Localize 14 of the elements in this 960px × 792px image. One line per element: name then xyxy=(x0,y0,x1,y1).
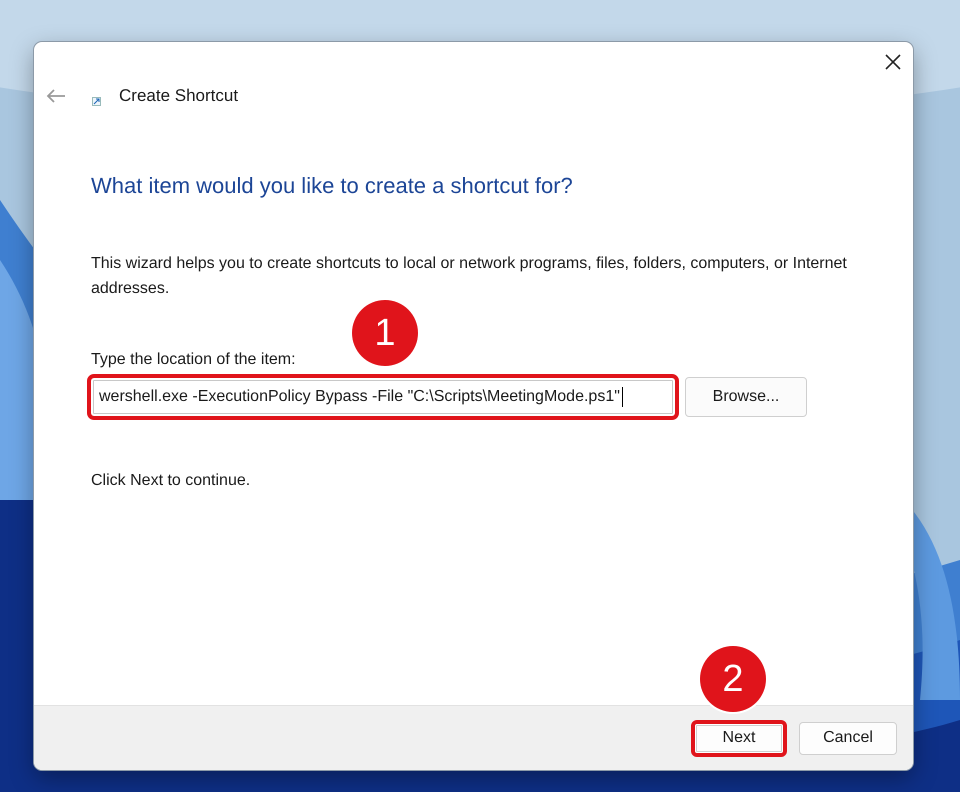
step-number-badge: 1 xyxy=(352,300,418,366)
shortcut-icon xyxy=(92,96,101,106)
back-arrow-icon[interactable] xyxy=(46,88,66,104)
hint-text: Click Next to continue. xyxy=(91,472,252,490)
next-button[interactable]: Next xyxy=(691,720,787,756)
step-number-badge: 2 xyxy=(700,646,766,712)
close-icon[interactable] xyxy=(883,52,903,72)
wizard-heading: What item would you like to create a shortcut for? xyxy=(91,173,574,199)
description-text: This wizard helps you to create shortcuts to local or network programs, files, folders, computers, or Internet addresses. xyxy=(91,254,848,299)
browse-button[interactable]: Browse... xyxy=(685,377,807,417)
field-label: Type the location of the item: xyxy=(91,351,297,369)
window-title: Create Shortcut xyxy=(119,86,238,106)
cancel-button[interactable]: Cancel xyxy=(799,722,897,754)
location-field[interactable]: wershell.exe -ExecutionPolicy Bypass -File "C:\Scripts\MeetingMode.ps1" xyxy=(87,374,679,420)
